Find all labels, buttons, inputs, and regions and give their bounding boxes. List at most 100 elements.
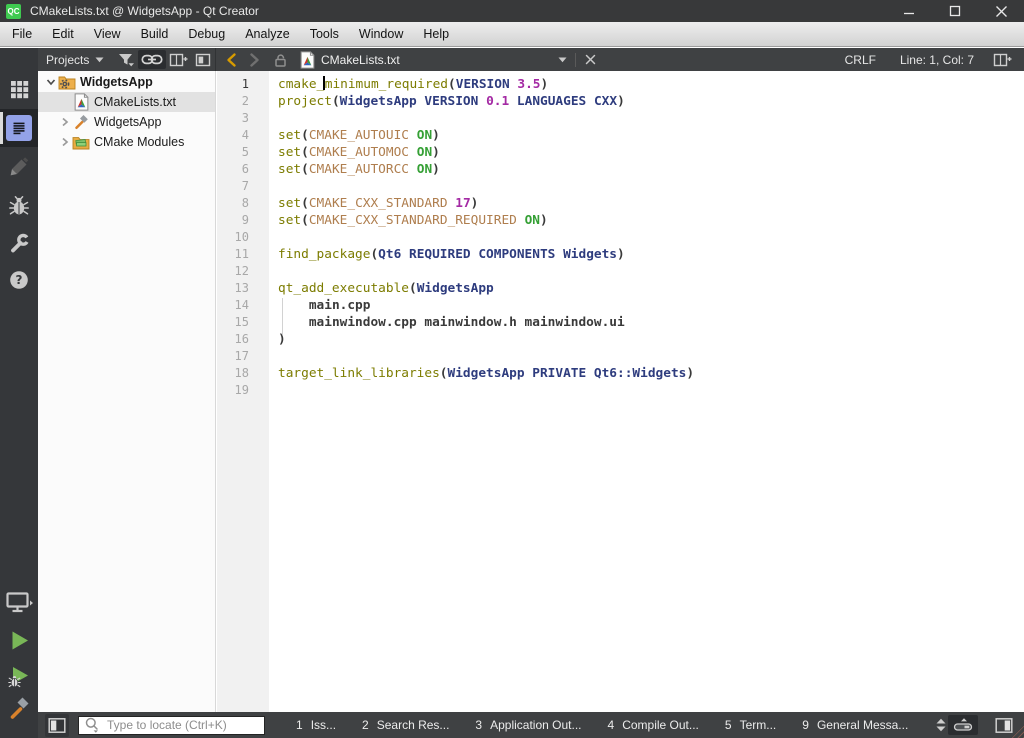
close-pane-button[interactable] xyxy=(192,50,215,70)
mode-projects[interactable] xyxy=(0,224,38,262)
code-line[interactable]: mainwindow.cpp mainwindow.h mainwindow.u… xyxy=(278,314,1024,331)
line-ending-selector[interactable]: CRLF xyxy=(845,53,876,67)
code-line[interactable] xyxy=(278,348,1024,365)
code-line[interactable]: set(CMAKE_AUTOUIC ON) xyxy=(278,127,1024,144)
help-icon: ? xyxy=(8,269,30,291)
indent-guide xyxy=(282,298,283,335)
mode-kit-selector[interactable] xyxy=(0,583,38,621)
mode-help[interactable]: ? xyxy=(0,261,38,299)
maximize-output-pane-button[interactable] xyxy=(948,715,978,735)
code-line[interactable]: set(CMAKE_AUTOMOC ON) xyxy=(278,144,1024,161)
output-pane-button-3[interactable]: 3Application Out... xyxy=(475,718,581,732)
mode-design[interactable] xyxy=(0,148,38,186)
pin-file-button[interactable] xyxy=(269,50,292,70)
output-pane-button-1[interactable]: 1Iss... xyxy=(296,718,336,732)
code-line[interactable]: cmake_minimum_required(VERSION 3.5) xyxy=(278,76,1024,93)
toggle-left-sidebar-button[interactable] xyxy=(45,714,69,737)
synchronize-with-editor-button[interactable] xyxy=(138,50,166,69)
code-line[interactable]: set(CMAKE_AUTORCC ON) xyxy=(278,161,1024,178)
output-pane-button-4[interactable]: 4Compile Out... xyxy=(608,718,699,732)
mode-run[interactable] xyxy=(0,621,38,659)
tree-item-label: WidgetsApp xyxy=(80,75,153,89)
line-number: 18 xyxy=(217,365,269,382)
line-number: 1 xyxy=(217,76,269,93)
editmode-icon xyxy=(11,120,27,136)
code-line[interactable]: qt_add_executable(WidgetsApp xyxy=(278,280,1024,297)
code-line[interactable]: main.cpp xyxy=(278,297,1024,314)
menu-item-help[interactable]: Help xyxy=(413,22,459,46)
split-editor-button[interactable] xyxy=(990,50,1016,70)
pane-selector-dropdown[interactable]: Projects xyxy=(46,53,89,67)
code-editor[interactable]: 12345678910111213141516171819 cmake_mini… xyxy=(216,71,1024,712)
collapse-output-icon xyxy=(952,717,974,733)
tree-item-label: CMake Modules xyxy=(94,135,184,149)
menu-item-view[interactable]: View xyxy=(84,22,131,46)
code-line[interactable] xyxy=(278,178,1024,195)
code-line[interactable]: target_link_libraries(WidgetsApp PRIVATE… xyxy=(278,365,1024,382)
pencil-icon xyxy=(8,156,30,178)
code-line[interactable] xyxy=(278,110,1024,127)
menu-item-window[interactable]: Window xyxy=(349,22,413,46)
tree-expander[interactable] xyxy=(43,76,58,88)
link-icon xyxy=(141,52,163,67)
chevron-down-icon[interactable] xyxy=(95,57,104,63)
filter-button[interactable] xyxy=(114,49,138,70)
mode-edit[interactable] xyxy=(0,109,38,147)
split-add-icon xyxy=(993,52,1013,68)
menu-item-analyze[interactable]: Analyze xyxy=(235,22,299,46)
menu-item-tools[interactable]: Tools xyxy=(300,22,349,46)
line-number: 10 xyxy=(217,229,269,246)
output-panes-menu-icon[interactable] xyxy=(934,716,948,734)
tree-item-cmake-modules[interactable]: CMake Modules xyxy=(38,132,215,152)
output-pane-button-9[interactable]: 9General Messa... xyxy=(802,718,908,732)
menu-item-file[interactable]: File xyxy=(2,22,42,46)
mode-debug[interactable] xyxy=(0,187,38,225)
output-pane-button-2[interactable]: 2Search Res... xyxy=(362,718,449,732)
code-area[interactable]: cmake_minimum_required(VERSION 3.5)proje… xyxy=(278,76,1024,399)
document-dropdown-button[interactable] xyxy=(555,55,570,65)
menu-item-build[interactable]: Build xyxy=(131,22,179,46)
go-forward-button[interactable] xyxy=(243,50,265,70)
tree-expander[interactable] xyxy=(57,136,72,148)
minimize-button[interactable] xyxy=(886,0,932,22)
line-number: 17 xyxy=(217,348,269,365)
maximize-button[interactable] xyxy=(932,0,978,22)
tree-item-icon xyxy=(58,74,76,90)
toggle-right-sidebar-button[interactable] xyxy=(994,716,1014,735)
code-line[interactable]: ) xyxy=(278,331,1024,348)
output-pane-button-5[interactable]: 5Term... xyxy=(725,718,776,732)
tree-item-widgetsapp[interactable]: WidgetsApp xyxy=(38,112,215,132)
open-document-tab[interactable]: CMakeLists.txt xyxy=(300,51,600,69)
split-pane-button[interactable] xyxy=(166,50,192,70)
toolbar-separator xyxy=(575,53,576,67)
output-pane-label: Compile Out... xyxy=(622,718,699,732)
menu-item-edit[interactable]: Edit xyxy=(42,22,84,46)
tree-item-icon xyxy=(72,134,90,150)
tree-expander[interactable] xyxy=(57,116,72,128)
close-document-button[interactable] xyxy=(581,51,600,68)
code-line[interactable]: set(CMAKE_CXX_STANDARD 17) xyxy=(278,195,1024,212)
go-back-button[interactable] xyxy=(221,50,243,70)
code-line[interactable]: set(CMAKE_CXX_STANDARD_REQUIRED ON) xyxy=(278,212,1024,229)
mode-selected-badge xyxy=(6,115,32,141)
code-line[interactable] xyxy=(278,263,1024,280)
line-number-gutter: 12345678910111213141516171819 xyxy=(217,71,269,712)
tree-item-widgetsapp[interactable]: WidgetsApp xyxy=(38,72,215,92)
mode-build[interactable] xyxy=(0,689,38,727)
tab-filename: CMakeLists.txt xyxy=(321,53,555,67)
menu-item-debug[interactable]: Debug xyxy=(178,22,235,46)
cmake-file-icon xyxy=(74,93,89,111)
cursor-position-indicator[interactable]: Line: 1, Col: 7 xyxy=(900,53,974,67)
close-button[interactable] xyxy=(978,0,1024,22)
code-line[interactable]: find_package(Qt6 REQUIRED COMPONENTS Wid… xyxy=(278,246,1024,263)
code-line[interactable] xyxy=(278,382,1024,399)
code-line[interactable] xyxy=(278,229,1024,246)
line-number: 5 xyxy=(217,144,269,161)
line-number: 13 xyxy=(217,280,269,297)
tree-item-label: CMakeLists.txt xyxy=(94,95,176,109)
mode-welcome[interactable] xyxy=(0,70,38,108)
code-line[interactable]: project(WidgetsApp VERSION 0.1 LANGUAGES… xyxy=(278,93,1024,110)
tree-item-cmakelists-txt[interactable]: CMakeLists.txt xyxy=(38,92,215,112)
line-number: 2 xyxy=(217,93,269,110)
locator-input[interactable] xyxy=(105,717,264,733)
